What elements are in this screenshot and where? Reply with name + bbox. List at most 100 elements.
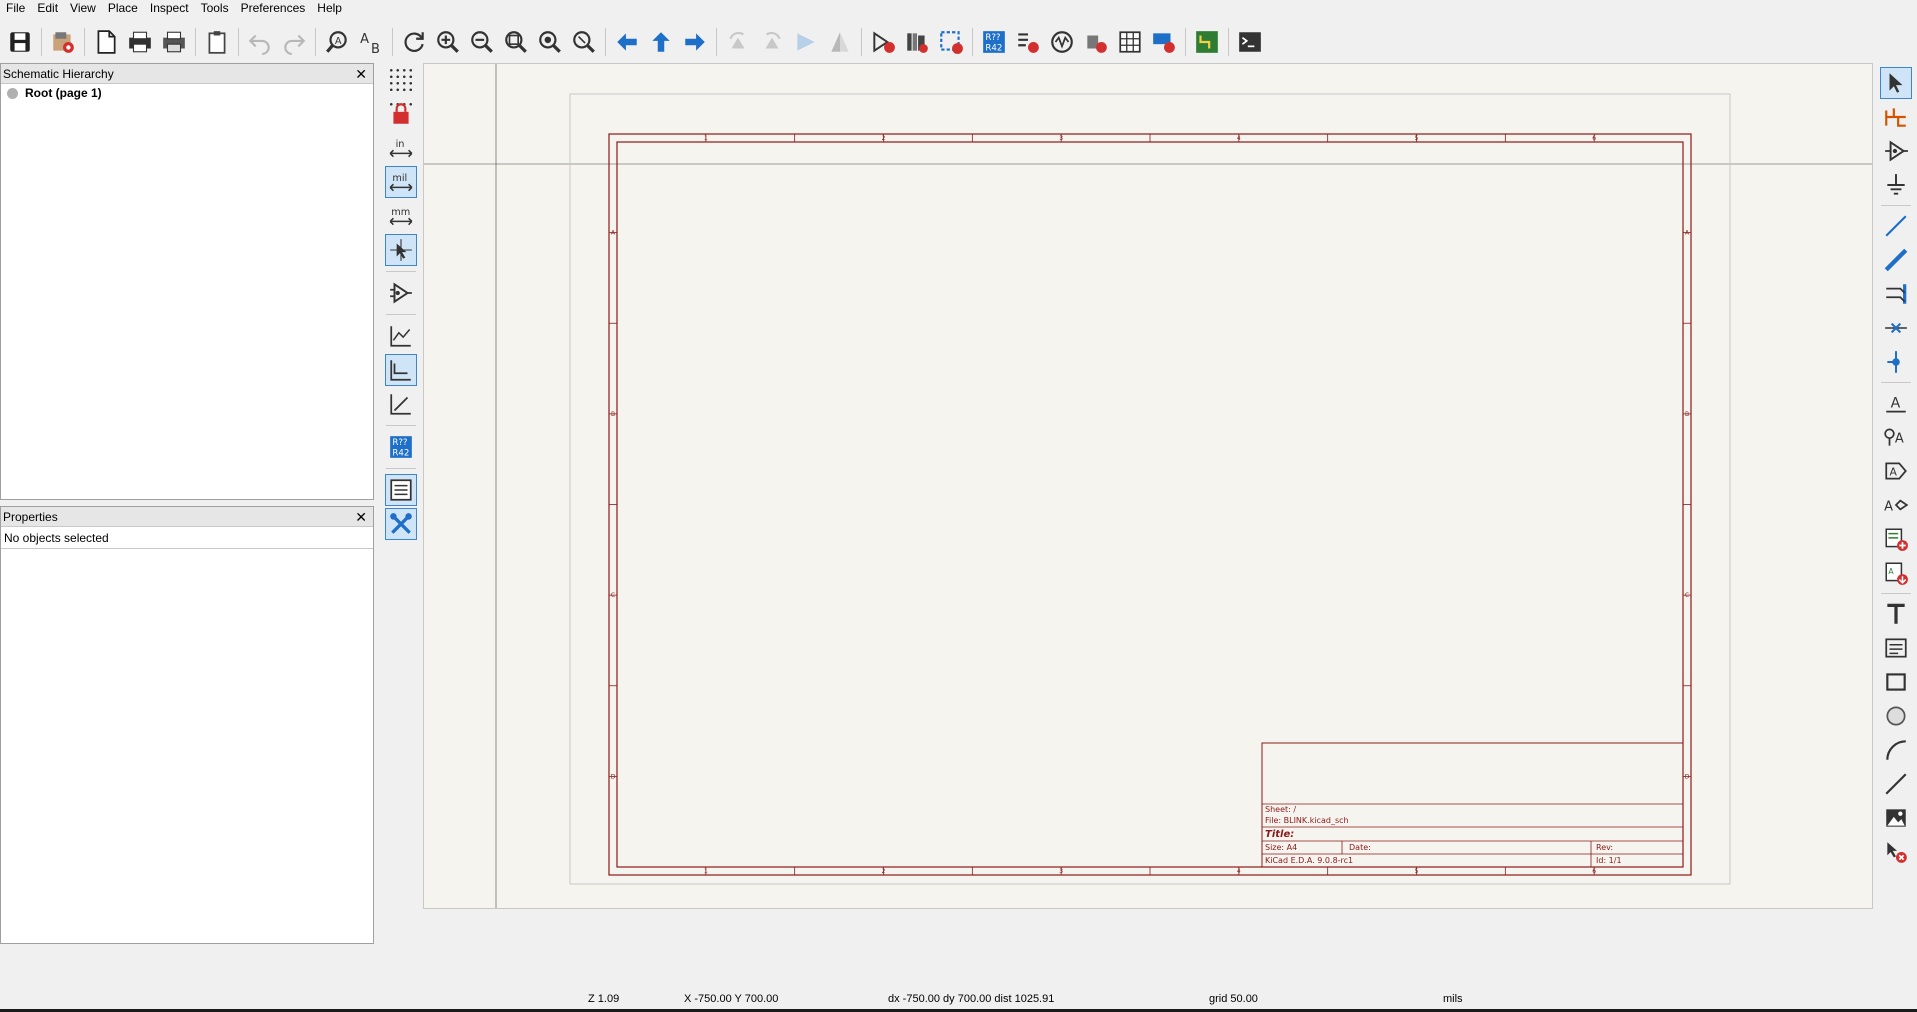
navigate-forward-button[interactable] — [678, 25, 712, 59]
symbol-fields-button[interactable] — [1113, 25, 1147, 59]
add-image-button[interactable] — [1880, 802, 1912, 834]
find-button[interactable]: A — [320, 25, 354, 59]
lines-45-button[interactable] — [385, 388, 417, 420]
units-mil-button[interactable]: mil — [385, 166, 417, 198]
add-circle-button[interactable] — [1880, 700, 1912, 732]
menu-help[interactable]: Help — [311, 0, 348, 16]
add-no-connect-button[interactable] — [1880, 312, 1912, 344]
open-pcb-editor-button[interactable] — [1190, 25, 1224, 59]
navigate-up-button[interactable] — [644, 25, 678, 59]
rotate-ccw-button[interactable] — [721, 25, 755, 59]
units-inch-button[interactable]: in — [385, 132, 417, 164]
show-pins-button[interactable] — [385, 277, 417, 309]
arrow-right-icon — [685, 33, 705, 51]
menu-inspect[interactable]: Inspect — [144, 0, 195, 16]
toolbar-separator — [1881, 593, 1911, 594]
toolbar-separator — [41, 28, 42, 56]
hierarchical-label-icon: A — [1884, 499, 1909, 514]
simulator-button[interactable] — [1045, 25, 1079, 59]
lines-90-button[interactable] — [385, 354, 417, 386]
grid-lock-icon — [389, 102, 413, 124]
toggle-grid-button[interactable] — [385, 64, 417, 96]
close-icon[interactable]: ✕ — [355, 67, 367, 81]
redo-button[interactable] — [277, 25, 311, 59]
menu-file[interactable]: File — [0, 0, 31, 16]
menu-place[interactable]: Place — [102, 0, 144, 16]
symbol-editor-button[interactable] — [866, 25, 900, 59]
annotation-mode-button[interactable]: R?? R42 — [385, 431, 417, 463]
image-icon — [1886, 809, 1906, 827]
add-junction-button[interactable] — [1880, 346, 1912, 378]
delete-tool-button[interactable] — [1880, 836, 1912, 868]
add-line-button[interactable] — [1880, 768, 1912, 800]
zoom-objects-button[interactable] — [533, 25, 567, 59]
navigate-back-button[interactable] — [610, 25, 644, 59]
erc-button[interactable] — [1011, 25, 1045, 59]
add-wire-button[interactable] — [1880, 210, 1912, 242]
refresh-button[interactable] — [397, 25, 431, 59]
close-icon[interactable]: ✕ — [355, 510, 367, 524]
add-arc-button[interactable] — [1880, 734, 1912, 766]
add-symbol-button[interactable] — [1880, 135, 1912, 167]
svg-text:A: A — [360, 32, 369, 47]
annotate-button[interactable]: R?? R42 — [977, 25, 1011, 59]
add-hierarchical-label-button[interactable]: A — [1880, 489, 1912, 521]
units-mm-button[interactable]: mm — [385, 200, 417, 232]
panel-header: Schematic Hierarchy ✕ — [1, 64, 373, 84]
add-textbox-button[interactable] — [1880, 632, 1912, 664]
zoom-selection-button[interactable] — [567, 25, 601, 59]
menu-tools[interactable]: Tools — [195, 0, 235, 16]
title-block-date: Date: — [1349, 843, 1371, 852]
print-button[interactable] — [123, 25, 157, 59]
menu-view[interactable]: View — [64, 0, 102, 16]
menu-preferences[interactable]: Preferences — [235, 0, 312, 16]
add-text-button[interactable] — [1880, 598, 1912, 630]
undo-button[interactable] — [243, 25, 277, 59]
netclass-directive-icon: A — [1884, 428, 1904, 446]
cursor-style-button[interactable] — [385, 234, 417, 266]
zoom-out-button[interactable] — [465, 25, 499, 59]
plot-button[interactable] — [157, 25, 191, 59]
zoom-fit-button[interactable] — [499, 25, 533, 59]
grid-override-button[interactable] — [385, 98, 417, 130]
mirror-horizontal-button[interactable] — [823, 25, 857, 59]
paste-button[interactable] — [200, 25, 234, 59]
import-sheet-pin-button[interactable]: A — [1880, 557, 1912, 589]
tree-item-label: Root (page 1) — [25, 86, 102, 100]
page-settings-button[interactable] — [89, 25, 123, 59]
add-bus-entry-button[interactable] — [1880, 278, 1912, 310]
select-tool-button[interactable] — [1880, 67, 1912, 99]
add-rectangle-button[interactable] — [1880, 666, 1912, 698]
schematic-canvas[interactable]: 1 1 2 2 3 3 4 4 5 5 6 6 A A B B C C D D Sheet: / File: BLIN… — [423, 63, 1873, 909]
schematic-setup-button[interactable] — [46, 25, 80, 59]
add-global-label-button[interactable]: A — [1880, 455, 1912, 487]
lines-free-angle-button[interactable] — [385, 320, 417, 352]
rotate-cw-button[interactable] — [755, 25, 789, 59]
add-power-button[interactable] — [1880, 169, 1912, 201]
mirror-vertical-button[interactable] — [789, 25, 823, 59]
generate-bom-button[interactable] — [1147, 25, 1181, 59]
symbol-library-button[interactable] — [900, 25, 934, 59]
mm-icon: mm — [389, 207, 413, 226]
find-replace-button[interactable]: AB — [354, 25, 388, 59]
scripting-console-button[interactable] — [1233, 25, 1267, 59]
menu-bar: File Edit View Place Inspect Tools Prefe… — [0, 0, 1917, 16]
generate-bom-icon — [1153, 33, 1175, 53]
properties-panel-button[interactable] — [385, 508, 417, 540]
tree-item-root[interactable]: Root (page 1) — [1, 84, 373, 102]
zoom-in-button[interactable] — [431, 25, 465, 59]
bom-button[interactable] — [1079, 25, 1113, 59]
add-netclass-directive-button[interactable]: A — [1880, 421, 1912, 453]
footprint-assign-button[interactable] — [934, 25, 968, 59]
add-sheet-button[interactable] — [1880, 523, 1912, 555]
highlight-net-button[interactable] — [1880, 101, 1912, 133]
symbol-icon — [1885, 140, 1908, 162]
status-units: mils — [1443, 993, 1463, 1005]
add-label-button[interactable]: A — [1880, 387, 1912, 419]
hierarchy-panel-button[interactable] — [385, 474, 417, 506]
menu-edit[interactable]: Edit — [31, 0, 64, 16]
find-icon: A — [326, 31, 347, 53]
arc-icon — [1886, 740, 1906, 760]
add-bus-button[interactable] — [1880, 244, 1912, 276]
save-button[interactable] — [3, 25, 37, 59]
